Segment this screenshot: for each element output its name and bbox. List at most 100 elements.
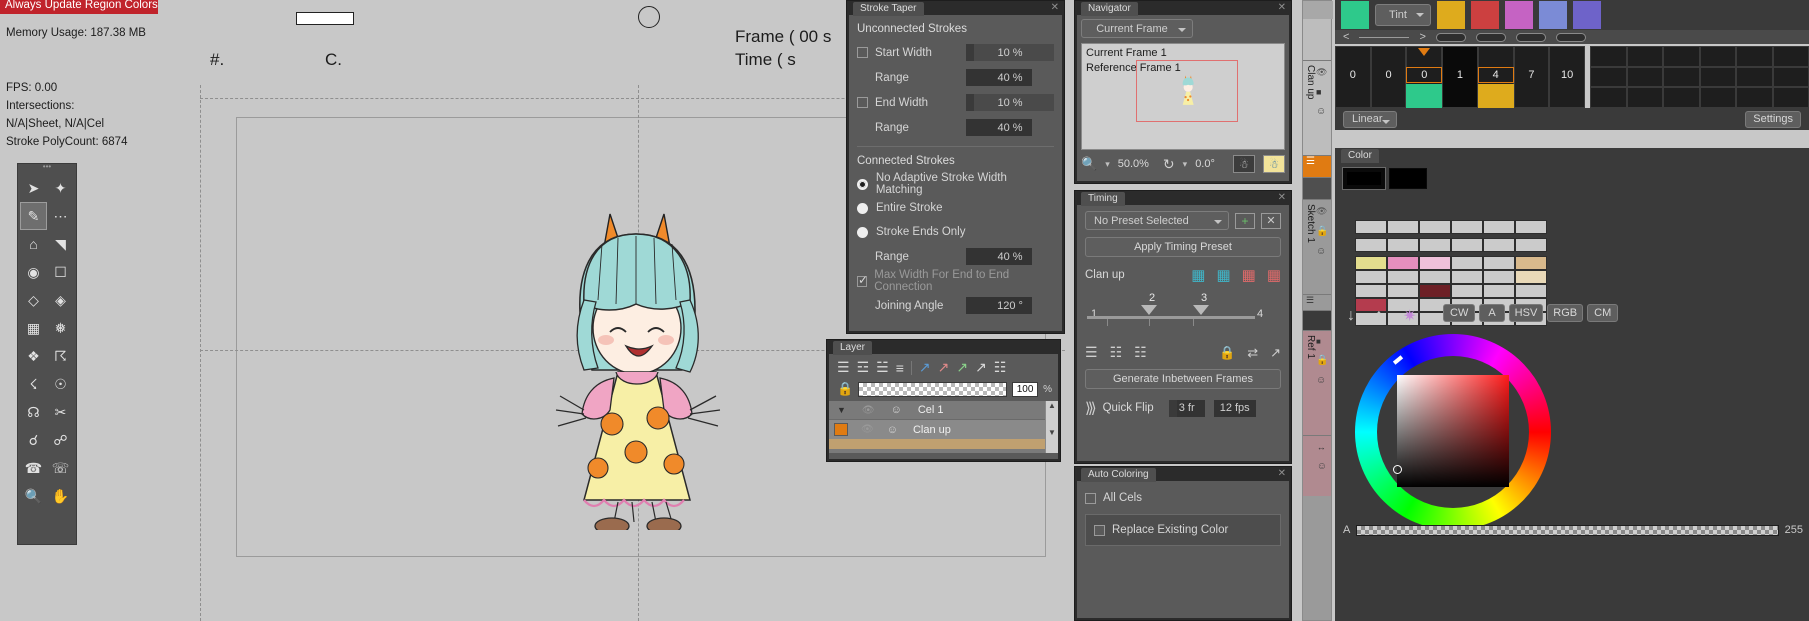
alpha-slider[interactable]: [1356, 525, 1778, 536]
opacity-slider[interactable]: [858, 382, 1007, 397]
palette-cell[interactable]: [1483, 256, 1515, 270]
no-adaptive-option[interactable]: No Adaptive Stroke Width Matching: [857, 174, 1054, 194]
tool-cutter[interactable]: ✂: [47, 398, 74, 426]
table-row[interactable]: ▼ 👁 ☺ Cel 1: [829, 401, 1058, 420]
palette-row[interactable]: [1355, 284, 1575, 298]
auto-coloring-panel[interactable]: Auto Coloring ✕ All Cels Replace Existin…: [1074, 466, 1292, 621]
tool-eraser[interactable]: ☐: [47, 258, 74, 286]
step-cell[interactable]: [1590, 46, 1627, 67]
tool-magnet[interactable]: ☇: [20, 370, 47, 398]
slider-track[interactable]: [1032, 297, 1054, 314]
remove-frame-after-icon[interactable]: ▦: [1267, 266, 1281, 284]
pill-toggle-a[interactable]: [1436, 33, 1466, 42]
layer-color-swatch[interactable]: [834, 423, 848, 436]
max-width-row[interactable]: Max Width For End to End Connection: [857, 271, 1054, 291]
palette-swatch[interactable]: [1573, 1, 1601, 29]
palette-cell[interactable]: [1355, 238, 1387, 252]
tools-toolbar[interactable]: ••• ➤ ✦ ✎ ⋯ ⌂ ◥ ◉ ☐ ◇ ◈ ▦ ❅ ❖ ☈ ☇ ☉ ☊ ✂ …: [17, 163, 77, 545]
apply-timing-preset-button[interactable]: Apply Timing Preset: [1085, 237, 1281, 257]
tool-fill[interactable]: ◥: [47, 230, 74, 258]
step-cell[interactable]: [1773, 46, 1809, 67]
step-cell[interactable]: [1627, 67, 1664, 88]
navigator-panel[interactable]: Navigator ✕ Current Frame Current Frame …: [1074, 0, 1292, 184]
palette-cell[interactable]: [1451, 256, 1483, 270]
dot-icon[interactable]: ■: [1316, 87, 1327, 97]
timing-preset-combo[interactable]: No Preset Selected: [1085, 211, 1229, 230]
palette-cell[interactable]: [1483, 270, 1515, 284]
entire-stroke-option[interactable]: Entire Stroke: [857, 198, 1054, 218]
color-titlebar[interactable]: Color: [1335, 148, 1809, 162]
palette-row[interactable]: [1355, 238, 1575, 252]
layers-stack-icon[interactable]: ☷: [1110, 344, 1123, 361]
vertical-layer-strip[interactable]: Clan up 👁 ■ ☺ ☰ Sketch 1 👁 🔒 ☺ ☰ Ref 1 ■…: [1302, 0, 1332, 621]
settings-button[interactable]: Settings: [1745, 111, 1801, 128]
palette-cell[interactable]: [1355, 284, 1387, 298]
layers-stack-alt-icon[interactable]: ☷: [1134, 344, 1147, 361]
navigator-tab[interactable]: Navigator: [1081, 2, 1138, 16]
tool-type[interactable]: ⌂: [20, 230, 47, 258]
step-value-selected[interactable]: 0: [1406, 67, 1442, 83]
bulb-icon[interactable]: ☺: [887, 424, 898, 436]
navigator-mode-combo[interactable]: Current Frame: [1081, 19, 1193, 38]
tool-geometric[interactable]: ⋯: [47, 202, 74, 230]
current-color-swatch[interactable]: [1341, 1, 1369, 29]
palette-cell[interactable]: [1483, 220, 1515, 234]
palette-cell[interactable]: [1419, 256, 1451, 270]
step-value[interactable]: 10: [1549, 67, 1585, 83]
layer-panel[interactable]: Layer ☰ ☲ ☱ ≡ ↗ ↗ ↗ ↗ ☷ 🔒 100 % ▼ 👁 ☺ Ce…: [826, 339, 1061, 462]
step-cell[interactable]: [1663, 67, 1700, 88]
palette-cell[interactable]: [1451, 284, 1483, 298]
step-value[interactable]: 1: [1442, 67, 1478, 83]
lock-icon[interactable]: 🔒: [1316, 226, 1328, 237]
palette-cell[interactable]: [1515, 256, 1547, 270]
slider-nub[interactable]: [966, 94, 974, 111]
remove-frame-before-icon[interactable]: ▦: [1242, 266, 1256, 284]
color-square[interactable]: [1397, 375, 1509, 487]
palette-swatch[interactable]: [1471, 1, 1499, 29]
color-panel[interactable]: Color: [1335, 148, 1809, 621]
palette-swatch[interactable]: [1539, 1, 1567, 29]
tool-plastic[interactable]: ☏: [47, 454, 74, 482]
eye-icon[interactable]: 👁: [862, 405, 875, 416]
all-curves-icon[interactable]: ↗: [975, 359, 987, 376]
tool-tape[interactable]: ◇: [20, 286, 47, 314]
tool-style-picker[interactable]: ◈: [47, 286, 74, 314]
timing-panel[interactable]: Timing ✕ No Preset Selected + ✕ Apply Ti…: [1074, 190, 1292, 464]
start-width-field[interactable]: 10 %: [966, 44, 1054, 61]
expand-arrow-icon[interactable]: ▼: [837, 405, 846, 415]
end-width-field[interactable]: 10 %: [966, 94, 1054, 111]
tool-rgb-picker[interactable]: ▦: [20, 314, 47, 342]
end-range-field[interactable]: 40 %: [966, 119, 1054, 136]
step-cell[interactable]: [1700, 87, 1737, 108]
move-icon[interactable]: ↔: [1317, 442, 1327, 452]
step-value[interactable]: 0: [1335, 67, 1371, 83]
palette-cell[interactable]: [1451, 270, 1483, 284]
palette-cell[interactable]: [1387, 220, 1419, 234]
quick-flip-fr-field[interactable]: 3 fr: [1169, 400, 1205, 417]
bulb-icon[interactable]: ☺: [1317, 461, 1327, 472]
timing-handle[interactable]: [1141, 305, 1157, 315]
palette-cell[interactable]: [1387, 270, 1419, 284]
tool-pinch[interactable]: ❖: [20, 342, 47, 370]
tool-iron[interactable]: ☊: [20, 398, 47, 426]
palette-cell[interactable]: [1515, 270, 1547, 284]
timing-track[interactable]: [1087, 316, 1255, 319]
tint-combo[interactable]: Tint: [1375, 4, 1431, 26]
step-swatch[interactable]: [1371, 84, 1407, 108]
bulb-icon[interactable]: ☺: [1316, 375, 1328, 386]
lock-icon[interactable]: 🔒: [837, 381, 853, 397]
rotate-icon[interactable]: ↻: [1163, 156, 1175, 173]
tool-smart-raster[interactable]: ◉: [20, 258, 47, 286]
step-cell[interactable]: [1700, 67, 1737, 88]
blue-curve-icon[interactable]: ↗: [919, 359, 931, 376]
step-cell[interactable]: [1736, 46, 1773, 67]
layer-strip-item-clan-up[interactable]: [1303, 1, 1331, 61]
add-preset-icon[interactable]: +: [1235, 213, 1255, 229]
layer-tab[interactable]: Layer: [833, 341, 872, 355]
step-value-selected[interactable]: 4: [1478, 67, 1514, 83]
step-cell[interactable]: [1590, 67, 1627, 88]
stroke-taper-titlebar[interactable]: Stroke Taper ✕: [847, 1, 1064, 15]
palette-cell[interactable]: [1355, 256, 1387, 270]
palette-cell[interactable]: [1355, 220, 1387, 234]
eye-icon[interactable]: 👁: [1316, 67, 1327, 78]
